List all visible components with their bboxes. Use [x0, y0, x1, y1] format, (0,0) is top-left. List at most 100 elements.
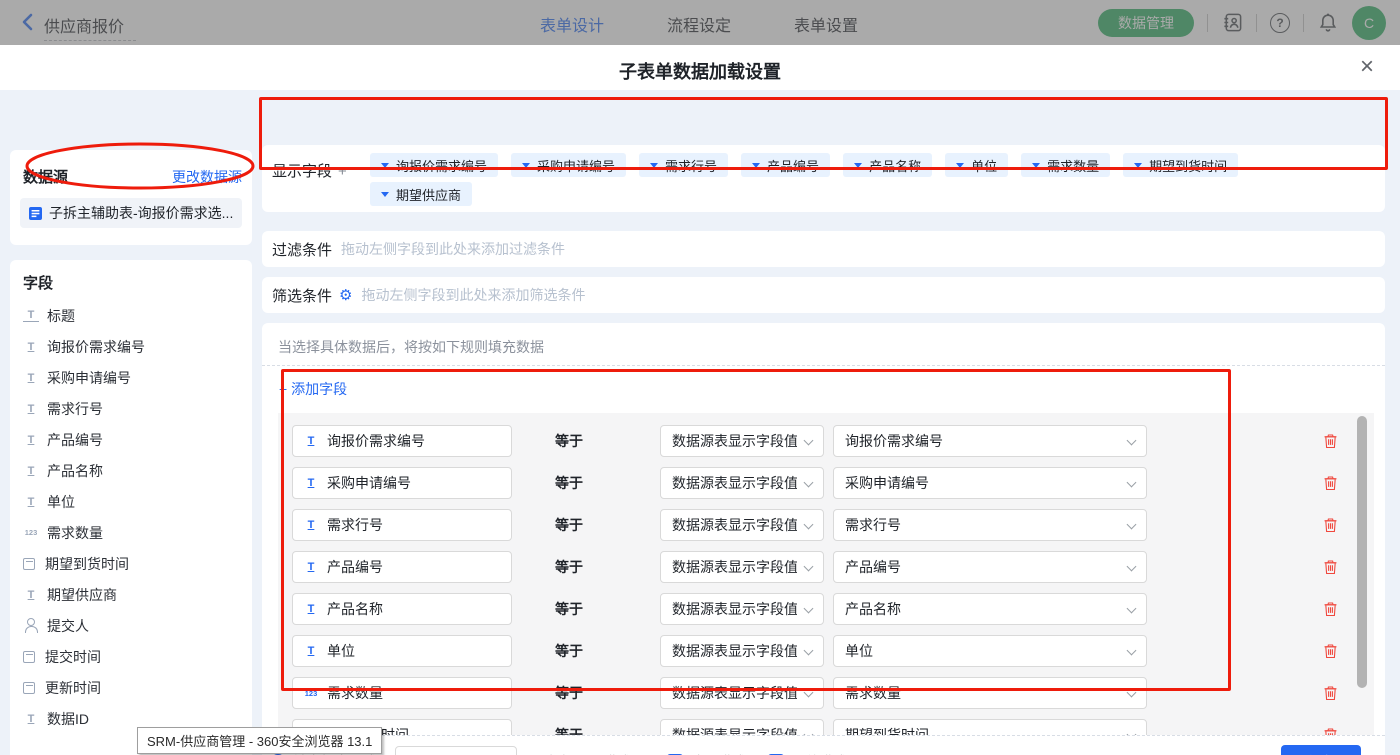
dropdown-arrow-icon	[1134, 163, 1142, 168]
delete-rule-button[interactable]	[1323, 727, 1339, 735]
display-field-tag[interactable]: 单位	[945, 153, 1008, 177]
dropdown-arrow-icon	[650, 163, 658, 168]
tab-process-setting[interactable]: 流程设定	[667, 12, 731, 36]
rule-source-select[interactable]: 数据源表显示字段值	[660, 467, 824, 499]
tab-form-design[interactable]: 表单设计	[540, 12, 604, 36]
display-field-tag[interactable]: 期望到货时间	[1123, 153, 1238, 177]
rule-value-select[interactable]: 采购申请编号	[833, 467, 1147, 499]
contacts-book-icon[interactable]	[1221, 12, 1243, 34]
chevron-down-icon	[804, 604, 814, 614]
rule-field-label: 采购申请编号	[327, 473, 411, 493]
help-icon[interactable]: ?	[1270, 13, 1290, 33]
delete-rule-button[interactable]	[1323, 433, 1339, 450]
gear-icon[interactable]: ⚙	[339, 286, 352, 304]
display-field-tag[interactable]: 需求行号	[639, 153, 728, 177]
field-list-item[interactable]: T产品名称	[23, 455, 244, 486]
trash-icon	[1323, 601, 1338, 617]
filter-condition-card[interactable]: 过滤条件 拖动左侧字段到此处来添加过滤条件	[262, 231, 1385, 267]
display-field-tag[interactable]: 产品名称	[843, 153, 932, 177]
datasource-item[interactable]: 子拆主辅助表-询报价需求选...	[20, 198, 242, 228]
text-field-icon: T	[303, 601, 319, 617]
text-field-icon: T	[23, 339, 39, 355]
formula-select[interactable]	[395, 746, 517, 755]
rule-value-select[interactable]: 需求数量	[833, 677, 1147, 709]
add-field-button[interactable]: + 添加字段	[279, 379, 347, 399]
field-list-item[interactable]: T产品编号	[23, 424, 244, 455]
field-list-item[interactable]: T询报价需求编号	[23, 331, 244, 362]
select-value: 数据源表显示字段值	[672, 725, 797, 735]
rule-source-select[interactable]: 数据源表显示字段值	[660, 551, 824, 583]
trash-icon	[1323, 433, 1338, 449]
rule-target-field[interactable]: T询报价需求编号	[292, 425, 512, 457]
rule-value-select[interactable]: 询报价需求编号	[833, 425, 1147, 457]
rule-value-select[interactable]: 单位	[833, 635, 1147, 667]
chevron-down-icon	[1127, 604, 1137, 614]
dropdown-arrow-icon	[522, 163, 530, 168]
delete-rule-button[interactable]	[1323, 559, 1339, 576]
rule-value-select[interactable]: 产品名称	[833, 593, 1147, 625]
rule-value-select[interactable]: 期望到货时间	[833, 719, 1147, 735]
delete-rule-button[interactable]	[1323, 643, 1339, 660]
field-list-item[interactable]: 123需求数量	[23, 517, 244, 548]
rule-source-select[interactable]: 数据源表显示字段值	[660, 425, 824, 457]
display-field-tag[interactable]: 产品编号	[741, 153, 830, 177]
delete-rule-button[interactable]	[1323, 601, 1339, 618]
display-field-tag[interactable]: 期望供应商	[370, 182, 472, 206]
field-label: 需求数量	[47, 523, 103, 543]
rule-operator: 等于	[555, 593, 583, 625]
display-field-tag[interactable]: 需求数量	[1021, 153, 1110, 177]
user-avatar[interactable]: C	[1352, 6, 1386, 40]
field-label: 期望到货时间	[45, 554, 129, 574]
field-list-item[interactable]: 提交人	[23, 610, 244, 641]
rule-target-field[interactable]: T采购申请编号	[292, 467, 512, 499]
field-list-item[interactable]: 提交时间	[23, 641, 244, 672]
field-list-item[interactable]: T单位	[23, 486, 244, 517]
chevron-down-icon	[804, 688, 814, 698]
rule-operator: 等于	[555, 635, 583, 667]
chevron-down-icon	[804, 478, 814, 488]
field-list-item[interactable]: 更新时间	[23, 672, 244, 703]
rule-source-select[interactable]: 数据源表显示字段值	[660, 635, 824, 667]
rule-row: 期望到货时间等于数据源表显示字段值期望到货时间	[278, 719, 1374, 735]
delete-rule-button[interactable]	[1323, 475, 1339, 492]
delete-rule-button[interactable]	[1323, 685, 1339, 702]
subform-data-load-modal: 子表单数据加载设置 × 数据源 更改数据源 子拆主辅助表-询报价需求选... 字…	[0, 45, 1400, 755]
save-button[interactable]: 保存	[1281, 745, 1361, 755]
chevron-down-icon	[1127, 436, 1137, 446]
field-list-item[interactable]: T采购申请编号	[23, 362, 244, 393]
rule-field-label: 单位	[327, 641, 355, 661]
display-field-tag[interactable]: 采购申请编号	[511, 153, 626, 177]
display-field-tag[interactable]: 询报价需求编号	[370, 153, 498, 177]
close-icon[interactable]: ×	[1360, 53, 1374, 81]
text-field-icon: T	[23, 587, 39, 603]
field-list-item[interactable]: 期望到货时间	[23, 548, 244, 579]
rule-target-field[interactable]: T产品编号	[292, 551, 512, 583]
change-datasource-link[interactable]: 更改数据源	[172, 167, 242, 187]
rule-target-field[interactable]: 123需求数量	[292, 677, 512, 709]
field-list-item[interactable]: T标题	[23, 300, 244, 331]
fill-rules-card: 当选择具体数据后，将按如下规则填充数据 + 添加字段 T询报价需求编号等于数据源…	[262, 323, 1385, 755]
rule-target-field[interactable]: T产品名称	[292, 593, 512, 625]
calendar-field-icon	[23, 682, 35, 694]
rule-target-field[interactable]: T需求行号	[292, 509, 512, 541]
rule-source-select[interactable]: 数据源表显示字段值	[660, 509, 824, 541]
field-list-item[interactable]: T期望供应商	[23, 579, 244, 610]
field-list-item[interactable]: T需求行号	[23, 393, 244, 424]
rule-source-select[interactable]: 数据源表显示字段值	[660, 677, 824, 709]
back-button[interactable]	[18, 12, 38, 32]
rule-source-select[interactable]: 数据源表显示字段值	[660, 719, 824, 735]
dropdown-arrow-icon	[381, 192, 389, 197]
rule-value-select[interactable]: 产品编号	[833, 551, 1147, 583]
sift-condition-card[interactable]: 筛选条件 ⚙ 拖动左侧字段到此处来添加筛选条件	[262, 277, 1385, 313]
notification-bell-icon[interactable]	[1317, 12, 1339, 34]
text-field-icon: T	[23, 370, 39, 386]
rule-source-select[interactable]: 数据源表显示字段值	[660, 593, 824, 625]
text-field-icon: T	[23, 463, 39, 479]
add-display-field-button[interactable]: +	[338, 163, 347, 180]
fields-title: 字段	[23, 272, 53, 293]
rule-target-field[interactable]: T单位	[292, 635, 512, 667]
tab-form-setting[interactable]: 表单设置	[794, 12, 858, 36]
data-manage-button[interactable]: 数据管理	[1098, 9, 1194, 37]
delete-rule-button[interactable]	[1323, 517, 1339, 534]
rule-value-select[interactable]: 需求行号	[833, 509, 1147, 541]
